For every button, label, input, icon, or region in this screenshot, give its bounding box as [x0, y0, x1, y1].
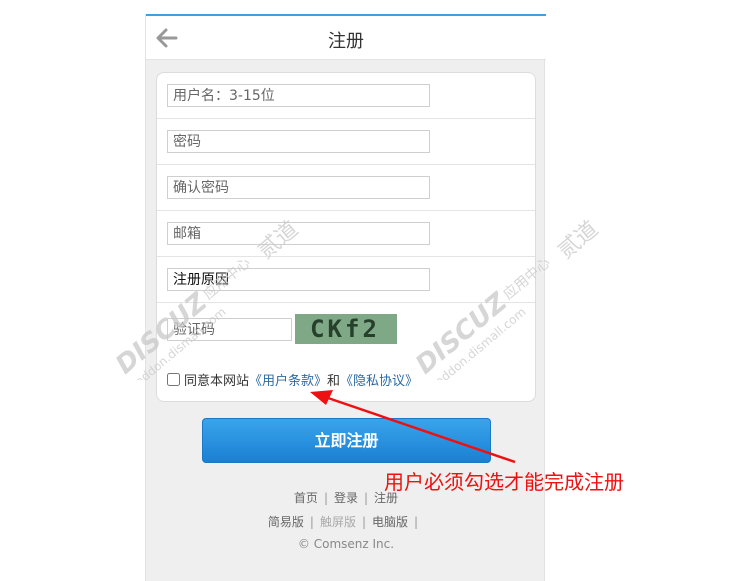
terms-link[interactable]: 《用户条款》 — [249, 370, 327, 389]
footer-link-touch[interactable]: 触屏版 — [320, 515, 356, 529]
username-row — [157, 73, 535, 119]
agree-prefix: 同意本网站 — [184, 374, 250, 389]
annotation-text: 用户必须勾选才能完成注册 — [384, 470, 624, 494]
email-row — [157, 211, 535, 257]
mobile-frame: 注册 CKf2 同意本网站 《用户条款》 — [145, 14, 546, 581]
confirm-password-row — [157, 165, 535, 211]
email-input[interactable] — [167, 222, 430, 245]
footer-link-desktop[interactable]: 电脑版 — [372, 515, 408, 529]
password-input[interactable] — [167, 130, 430, 153]
register-submit-button[interactable]: 立即注册 — [202, 418, 491, 463]
footer-link-home[interactable]: 首页 — [294, 491, 318, 505]
password-row — [157, 119, 535, 165]
register-form: CKf2 同意本网站 《用户条款》 和 《隐私协议》 — [156, 72, 536, 402]
agree-and: 和 — [327, 374, 341, 389]
footer-link-login[interactable]: 登录 — [334, 491, 358, 505]
captcha-input[interactable] — [167, 318, 292, 341]
captcha-text: CKf2 — [310, 315, 380, 343]
privacy-link[interactable]: 《隐私协议》 — [340, 370, 418, 389]
footer-link-simple[interactable]: 简易版 — [268, 515, 304, 529]
captcha-row: CKf2 — [157, 303, 535, 355]
reason-row — [157, 257, 535, 303]
watermark-right-mark: 贰道 — [553, 217, 603, 264]
reason-input[interactable] — [167, 268, 430, 291]
top-bar: 注册 — [146, 14, 546, 60]
captcha-image[interactable]: CKf2 — [295, 314, 397, 344]
username-input[interactable] — [167, 84, 430, 107]
agree-checkbox[interactable] — [167, 373, 180, 386]
footer-versions: 简易版 | 触屏版 | 电脑版 | — [267, 515, 419, 529]
confirm-password-input[interactable] — [167, 176, 430, 199]
page-title: 注册 — [328, 31, 364, 52]
agree-terms[interactable]: 同意本网站 《用户条款》 和 《隐私协议》 — [167, 370, 418, 389]
copyright: © Comsenz Inc. — [297, 537, 395, 551]
